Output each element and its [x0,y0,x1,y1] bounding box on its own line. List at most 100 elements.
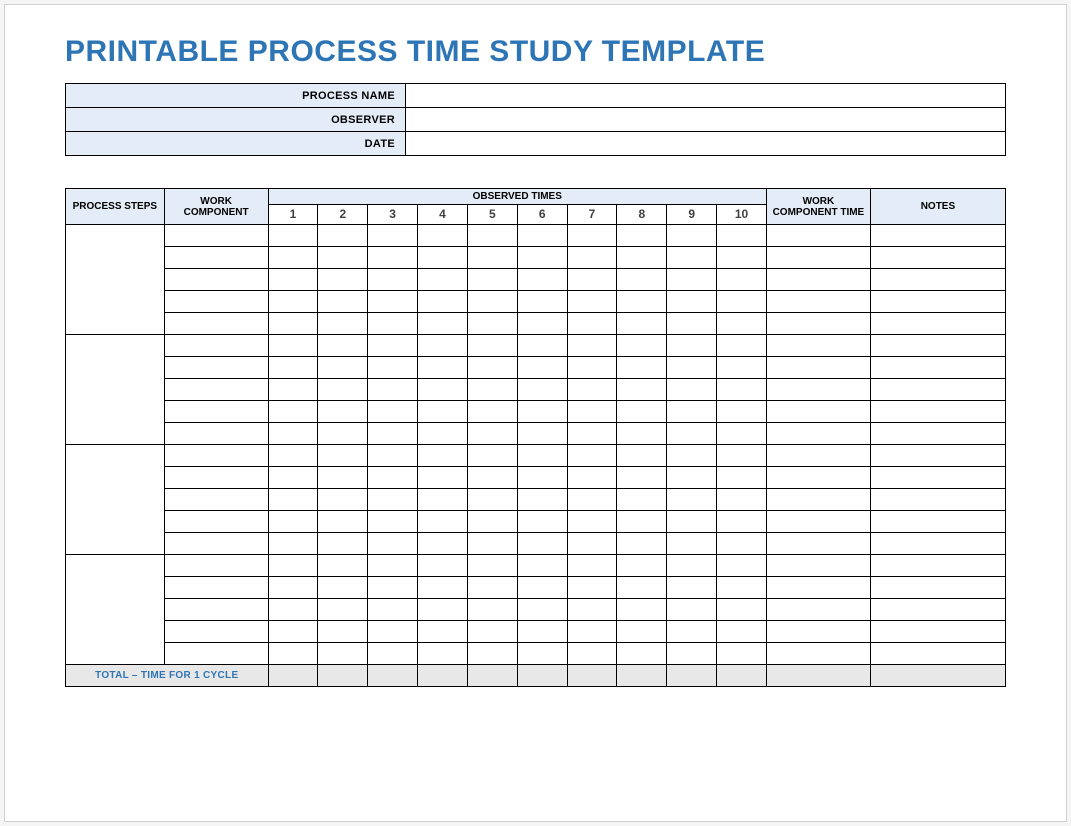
obs-cell[interactable] [717,291,767,313]
obs-cell[interactable] [368,291,418,313]
obs-cell[interactable] [418,577,468,599]
obs-cell[interactable] [318,313,368,335]
obs-cell[interactable] [418,599,468,621]
obs-cell[interactable] [617,577,667,599]
obs-cell[interactable] [418,621,468,643]
obs-cell[interactable] [617,489,667,511]
work-component-cell[interactable] [164,467,268,489]
obs-cell[interactable] [567,533,617,555]
obs-cell[interactable] [717,555,767,577]
obs-cell[interactable] [318,445,368,467]
obs-cell[interactable] [368,577,418,599]
wct-cell[interactable] [766,225,870,247]
notes-cell[interactable] [870,247,1005,269]
obs-cell[interactable] [467,511,517,533]
obs-cell[interactable] [517,555,567,577]
work-component-cell[interactable] [164,313,268,335]
notes-cell[interactable] [870,357,1005,379]
obs-cell[interactable] [418,291,468,313]
obs-cell[interactable] [418,643,468,665]
obs-cell[interactable] [717,489,767,511]
obs-cell[interactable] [318,643,368,665]
obs-cell[interactable] [617,247,667,269]
obs-cell[interactable] [418,533,468,555]
wct-cell[interactable] [766,467,870,489]
obs-cell[interactable] [517,225,567,247]
obs-cell[interactable] [268,577,318,599]
obs-cell[interactable] [418,511,468,533]
obs-cell[interactable] [368,247,418,269]
obs-cell[interactable] [667,511,717,533]
obs-cell[interactable] [717,621,767,643]
obs-cell[interactable] [467,225,517,247]
obs-cell[interactable] [617,357,667,379]
wct-cell[interactable] [766,313,870,335]
obs-cell[interactable] [717,269,767,291]
notes-cell[interactable] [870,643,1005,665]
obs-cell[interactable] [268,511,318,533]
obs-cell[interactable] [517,401,567,423]
obs-cell[interactable] [617,445,667,467]
obs-cell[interactable] [667,357,717,379]
obs-cell[interactable] [617,269,667,291]
obs-cell[interactable] [667,423,717,445]
obs-cell[interactable] [717,599,767,621]
obs-cell[interactable] [517,269,567,291]
obs-cell[interactable] [567,445,617,467]
obs-cell[interactable] [368,621,418,643]
work-component-cell[interactable] [164,489,268,511]
obs-cell[interactable] [617,379,667,401]
obs-cell[interactable] [368,269,418,291]
notes-cell[interactable] [870,489,1005,511]
obs-cell[interactable] [717,357,767,379]
obs-cell[interactable] [667,489,717,511]
obs-cell[interactable] [318,555,368,577]
notes-cell[interactable] [870,423,1005,445]
obs-cell[interactable] [268,621,318,643]
obs-cell[interactable] [467,467,517,489]
obs-cell[interactable] [567,423,617,445]
obs-cell[interactable] [567,599,617,621]
obs-cell[interactable] [667,577,717,599]
obs-cell[interactable] [268,489,318,511]
obs-cell[interactable] [567,511,617,533]
obs-cell[interactable] [517,577,567,599]
obs-cell[interactable] [467,401,517,423]
obs-cell[interactable] [617,643,667,665]
wct-cell[interactable] [766,291,870,313]
notes-cell[interactable] [870,555,1005,577]
obs-cell[interactable] [467,313,517,335]
notes-cell[interactable] [870,511,1005,533]
obs-cell[interactable] [667,599,717,621]
obs-cell[interactable] [368,225,418,247]
wct-cell[interactable] [766,643,870,665]
work-component-cell[interactable] [164,643,268,665]
obs-cell[interactable] [517,379,567,401]
obs-cell[interactable] [467,291,517,313]
obs-cell[interactable] [617,467,667,489]
notes-cell[interactable] [870,533,1005,555]
obs-cell[interactable] [268,313,318,335]
wct-cell[interactable] [766,621,870,643]
obs-cell[interactable] [467,577,517,599]
obs-cell[interactable] [467,533,517,555]
obs-cell[interactable] [268,379,318,401]
work-component-cell[interactable] [164,511,268,533]
obs-cell[interactable] [667,291,717,313]
work-component-cell[interactable] [164,599,268,621]
obs-cell[interactable] [717,423,767,445]
obs-cell[interactable] [467,269,517,291]
obs-cell[interactable] [717,247,767,269]
work-component-cell[interactable] [164,357,268,379]
notes-cell[interactable] [870,379,1005,401]
wct-cell[interactable] [766,357,870,379]
obs-cell[interactable] [667,555,717,577]
obs-cell[interactable] [418,225,468,247]
obs-cell[interactable] [567,291,617,313]
obs-cell[interactable] [268,269,318,291]
obs-cell[interactable] [368,445,418,467]
obs-cell[interactable] [667,247,717,269]
work-component-cell[interactable] [164,269,268,291]
obs-cell[interactable] [318,423,368,445]
obs-cell[interactable] [667,533,717,555]
